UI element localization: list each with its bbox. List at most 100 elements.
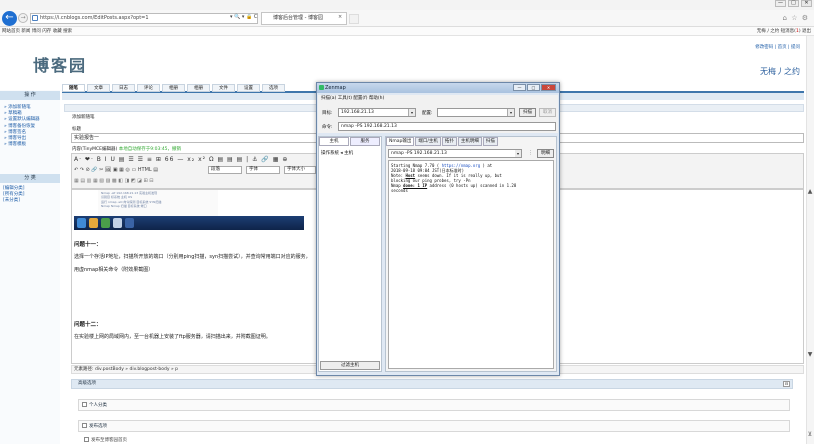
profile-select[interactable]: [437, 108, 515, 117]
zenmap-maximize-button[interactable]: □: [527, 84, 540, 91]
publish-options-label[interactable]: 发布选项: [82, 423, 107, 429]
category-link[interactable]: [未分类]: [3, 198, 25, 204]
tab-hosts[interactable]: 主机: [319, 137, 349, 146]
user-links[interactable]: 无梅丿之约 短消息(1) 退出: [757, 28, 811, 34]
section-title: 添加新随笔: [72, 115, 95, 120]
browser-toolbar-icons[interactable]: ⌂ ☆ ⚙: [783, 14, 809, 22]
host-list-panel: [318, 136, 382, 372]
nmap-output-text[interactable]: Starting Nmap 7.70 ( https://nmap.org ) …: [388, 160, 554, 369]
taskbar-app-icon: [77, 218, 86, 228]
tab-articles[interactable]: 文章: [87, 84, 110, 92]
top-links[interactable]: 修改密码 | 首页 | 提问: [755, 44, 800, 50]
command-input[interactable]: nmap -PS 192.168.21.13: [338, 122, 556, 131]
grip-icon: ⋮: [528, 150, 533, 156]
chevron-down-icon[interactable]: ▾: [408, 109, 415, 116]
publish-options-box: [78, 420, 790, 432]
browser-tab[interactable]: 博客后台管理 - 博客园: [261, 12, 347, 25]
personal-category-box: [78, 399, 790, 411]
tab-nmap-output[interactable]: Nmap输出: [386, 137, 415, 146]
favorites-bar: [0, 27, 814, 36]
sidebar-link[interactable]: » 博客模板: [4, 142, 40, 148]
format-select[interactable]: 段落: [208, 166, 242, 174]
advanced-options-header[interactable]: 高级选项: [71, 379, 793, 389]
browser-titlebar: [0, 0, 814, 10]
close-button[interactable]: ✕: [801, 0, 812, 7]
collapse-toggle-icon[interactable]: ⊟: [783, 381, 790, 387]
tab-posts[interactable]: 随笔: [62, 84, 85, 92]
favorites-links[interactable]: 网站首页 新闻 博问 闪存 收藏 搜索: [2, 28, 72, 34]
taskbar-app-icon: [101, 218, 110, 228]
tab-ports-hosts[interactable]: 端口/主机: [415, 137, 441, 146]
tab-album-2[interactable]: 相册: [187, 84, 210, 92]
output-scan-select[interactable]: nmap -PS 192.168.21.13: [388, 149, 522, 158]
zenmap-window-controls: — □ ✕: [513, 84, 556, 91]
font-size-select[interactable]: 字体大小: [284, 166, 316, 174]
category-links: [编辑分类] [所有分类] [未分类]: [3, 186, 25, 205]
sidebar-heading-operations: 操 作: [0, 91, 60, 100]
tab-close-icon[interactable]: ×: [338, 14, 342, 20]
filter-hosts-button[interactable]: 过滤主机: [320, 361, 380, 370]
scan-button[interactable]: 扫描: [519, 108, 536, 117]
table-toolbar-row[interactable]: ▦ ▤ ▥ ▦ ▧ ▨ ▩ ◧ ◨ ◩ ◪ ⊞ ⊟: [74, 178, 153, 184]
tab-options[interactable]: 选项: [262, 84, 285, 92]
personal-category-label[interactable]: 个人分类: [82, 402, 107, 408]
tab-host-details[interactable]: 主机明细: [457, 137, 482, 146]
insert-toolbar-row[interactable]: ↶ ↷ ⊘ 🔗 ✂ 🖼 ▣ ▦ ◎ ▭ HTML ▤: [74, 167, 158, 173]
embedded-screenshot: Nmap -sP 192.168.21.13 实验主机发现 识别目 标系统 主机…: [98, 190, 218, 216]
tab-scans[interactable]: 扫描: [482, 137, 498, 146]
scroll-up-arrow-icon[interactable]: ▲: [806, 188, 814, 195]
expand-icon[interactable]: [82, 402, 87, 407]
title-label: 标题: [72, 127, 81, 132]
zenmap-app-icon: [319, 85, 324, 90]
page-scrollbar[interactable]: [806, 36, 814, 444]
host-list-header[interactable]: 操作系统 ◂ 主机: [321, 150, 353, 156]
chevron-down-icon[interactable]: ▾: [515, 150, 521, 157]
blog-owner-name[interactable]: 无梅丿之约: [760, 66, 800, 77]
taskbar-app-icon: [113, 218, 122, 228]
publish-to-home-option[interactable]: 发布至博客园首页: [84, 437, 127, 443]
expand-icon[interactable]: [82, 423, 87, 428]
page-icon: [32, 15, 38, 21]
address-bar[interactable]: https://i.cnblogs.com/EditPosts.aspx?opt…: [30, 13, 258, 24]
taskbar-app-icon: [125, 218, 134, 228]
target-input[interactable]: 192.168.21.13: [338, 108, 416, 117]
scroll-end-icon[interactable]: ⊻: [806, 431, 814, 438]
zenmap-menubar[interactable]: 扫描(a) 工具(t) 配置(f) 帮助(h): [318, 95, 558, 103]
tab-album[interactable]: 相册: [162, 84, 185, 92]
question-11-title: 问题十一：: [74, 242, 102, 248]
user-links-text[interactable]: 无梅丿之约 短消息(: [757, 29, 796, 34]
sidebar-links: » 添加新随笔 » 草稿箱 » 设置默认编辑器 » 博客备份恢复 » 博客签名 …: [4, 105, 40, 148]
tab-services[interactable]: 服务: [350, 137, 380, 146]
question-12-title: 问题十二：: [74, 322, 102, 328]
maximize-button[interactable]: □: [788, 0, 799, 7]
question-11-text: 用虚nmap相关命令（附效果截图）: [74, 267, 154, 273]
tab-comments[interactable]: 评论: [137, 84, 160, 92]
question-11-text: 选择一个存活IP地址，扫描所开放的端口（分别用ping扫描，syn扫描尝试），并…: [74, 254, 311, 260]
back-button[interactable]: ←: [2, 11, 17, 26]
personal-category-text: 个人分类: [89, 403, 107, 408]
tab-diary[interactable]: 日志: [112, 84, 135, 92]
new-tab-button[interactable]: [349, 14, 359, 24]
cancel-button[interactable]: 取消: [539, 108, 556, 117]
chevron-down-icon[interactable]: ▾: [507, 109, 514, 116]
checkbox[interactable]: [84, 437, 89, 442]
sidebar-link[interactable]: » 博客备份恢复: [4, 124, 40, 130]
sidebar-heading-categories: 分 类: [0, 174, 60, 183]
scroll-down-arrow-icon[interactable]: ▼: [806, 351, 814, 358]
zenmap-minimize-button[interactable]: —: [513, 84, 526, 91]
editor-name: 内容(TinyMCE编辑器): [72, 147, 118, 152]
forward-button[interactable]: →: [18, 13, 28, 23]
sidebar-link[interactable]: » 设置默认编辑器: [4, 117, 40, 123]
tab-topology[interactable]: 拓扑: [441, 137, 457, 146]
tab-settings[interactable]: 设置: [237, 84, 260, 92]
minimize-button[interactable]: —: [775, 0, 786, 7]
logout-link[interactable]: ) 退出: [799, 29, 811, 34]
zenmap-close-button[interactable]: ✕: [541, 84, 556, 91]
autosave-status[interactable]: 本地自动保存于9:03:45，撤销: [119, 147, 181, 152]
site-logo[interactable]: 博客园: [33, 52, 87, 76]
font-select[interactable]: 字体: [246, 166, 280, 174]
details-button[interactable]: 明细: [537, 149, 554, 158]
tab-files[interactable]: 文件: [212, 84, 235, 92]
formatting-toolbar-row[interactable]: A· ❤· B I U ▤ ☰ ☰ ≡ ⊞ 66 — x₂ x² Ω ▤ ▤ ▤…: [74, 156, 288, 163]
address-tools-icons[interactable]: ▾ 🔍 ▾ 🔒 C: [230, 14, 257, 20]
